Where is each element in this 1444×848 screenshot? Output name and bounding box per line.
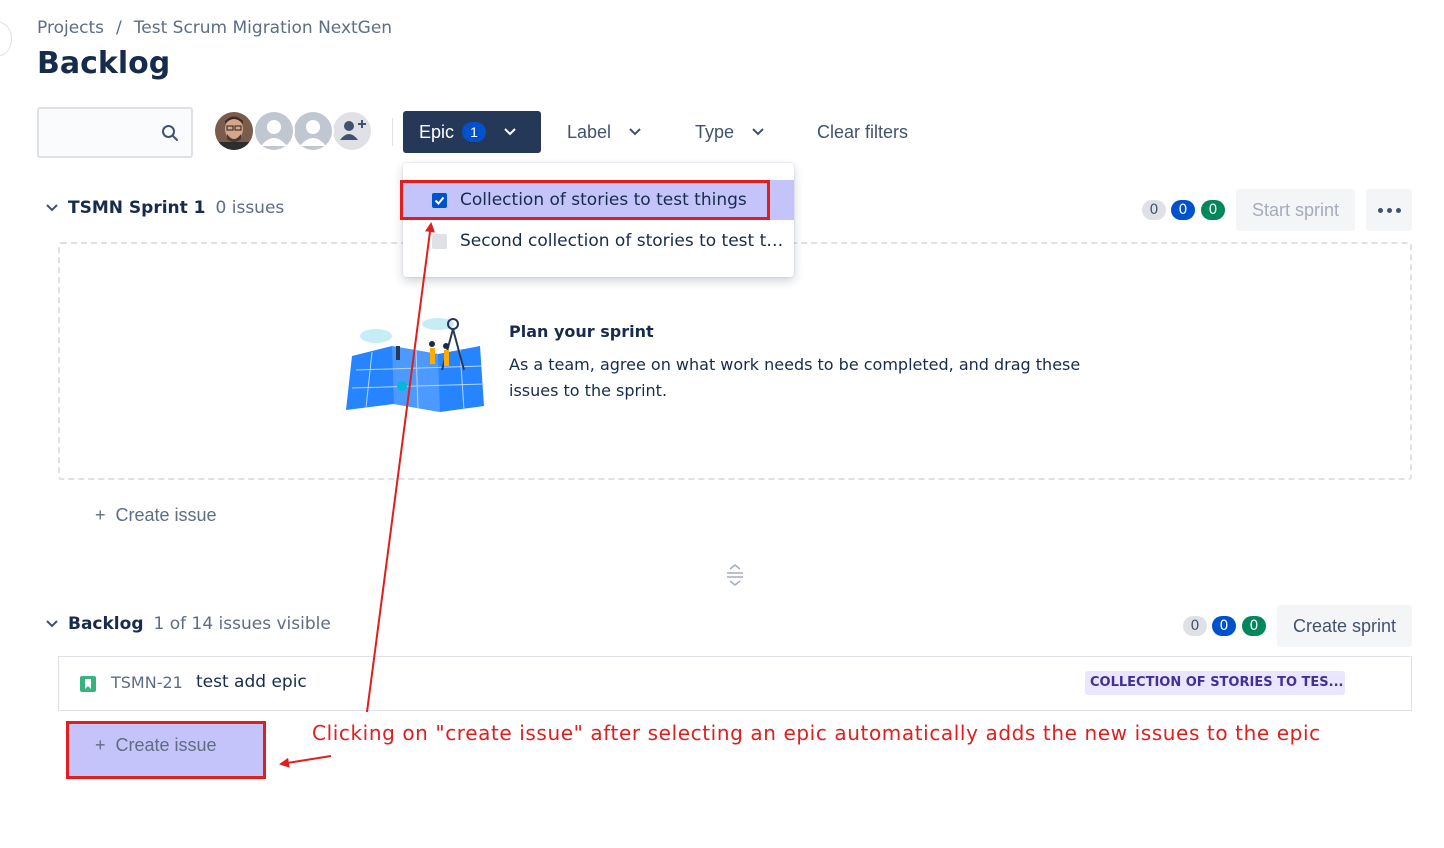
avatar-placeholder[interactable] xyxy=(253,110,295,152)
arrow-to-create-issue xyxy=(279,755,332,768)
user-photo-icon xyxy=(215,112,253,150)
arrow-to-epic-option xyxy=(366,222,435,713)
user-icon xyxy=(294,112,332,150)
add-people-button[interactable] xyxy=(331,110,373,152)
user-icon xyxy=(255,112,293,150)
add-user-icon xyxy=(333,112,371,150)
avatar-user-photo[interactable] xyxy=(213,110,255,152)
avatar-placeholder[interactable] xyxy=(292,110,334,152)
